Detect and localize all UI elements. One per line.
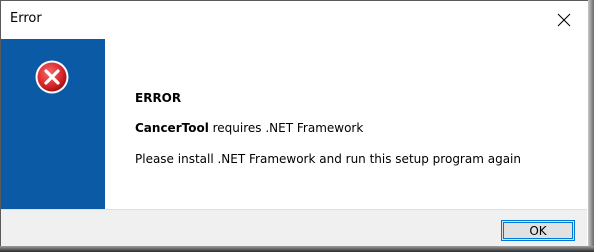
instruction-message: Please install .NET Framework and run th… <box>135 152 521 166</box>
icon-sidebar <box>1 39 105 209</box>
error-heading: ERROR <box>135 91 182 105</box>
close-icon <box>557 13 571 27</box>
ok-button[interactable]: OK <box>501 220 575 241</box>
error-icon <box>35 60 69 94</box>
app-name: CancerTool <box>135 121 209 135</box>
requirement-message: CancerTool requires .NET Framework <box>135 121 363 135</box>
window-title: Error <box>10 11 42 26</box>
window-shadow-right <box>588 0 594 252</box>
button-bar: OK <box>1 209 587 248</box>
close-button[interactable] <box>541 1 587 39</box>
error-dialog: Error ERROR CancerTool requires .NET Fra… <box>0 0 594 252</box>
title-bar: Error <box>1 1 587 39</box>
requirement-text: requires .NET Framework <box>208 121 364 135</box>
window-shadow-bottom <box>0 246 594 252</box>
message-area: ERROR CancerTool requires .NET Framework… <box>105 39 587 209</box>
